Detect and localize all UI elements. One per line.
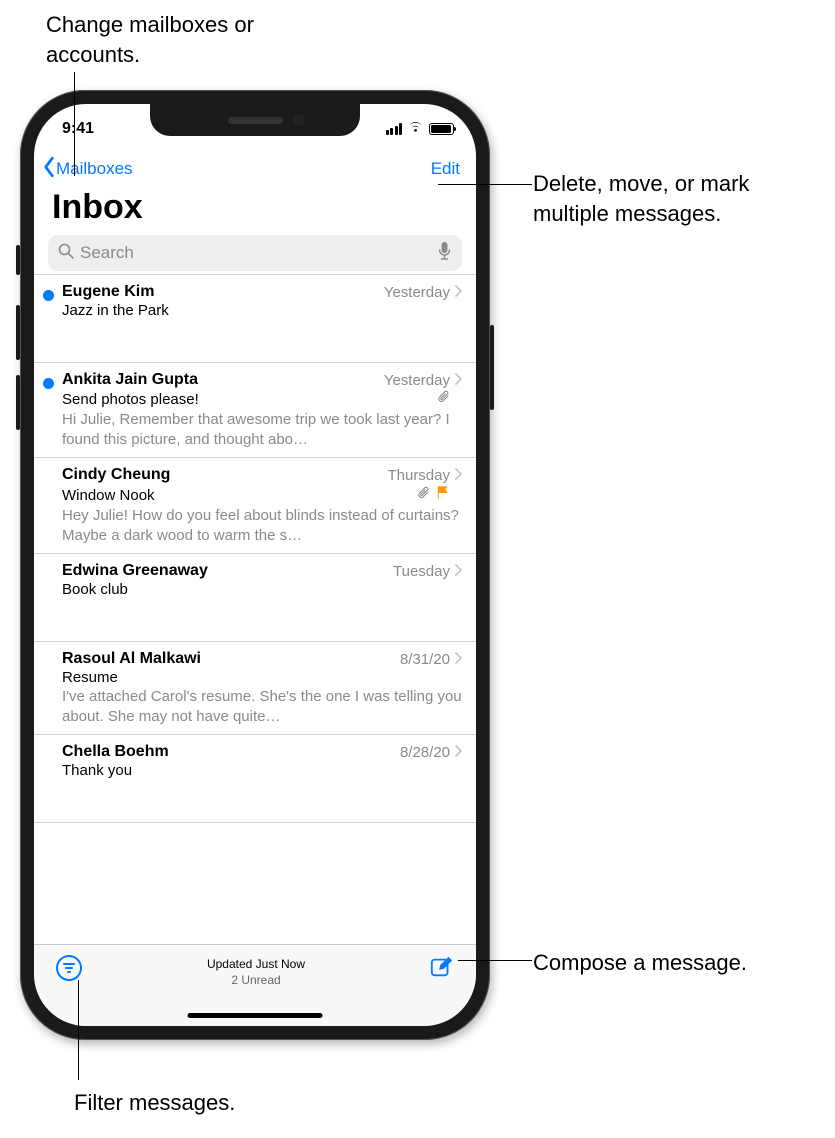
message-row[interactable]: Chella Boehm 8/28/20 Thank you xyxy=(34,735,476,823)
chevron-right-icon xyxy=(454,744,462,761)
toolbar-status: Updated Just Now 2 Unread xyxy=(207,955,305,988)
attachment-icon xyxy=(437,390,450,409)
message-row[interactable]: Eugene Kim Yesterday Jazz in the Park xyxy=(34,275,476,363)
message-date: Thursday xyxy=(387,467,450,484)
dictation-icon[interactable] xyxy=(437,241,452,266)
unread-indicator xyxy=(43,378,54,389)
compose-button[interactable] xyxy=(430,955,454,984)
back-label: Mailboxes xyxy=(56,159,133,179)
status-time: 9:41 xyxy=(62,116,94,138)
search-icon xyxy=(58,243,74,264)
sender-name: Eugene Kim xyxy=(62,283,154,301)
edit-button[interactable]: Edit xyxy=(431,159,460,179)
message-list[interactable]: Eugene Kim Yesterday Jazz in the Park Anki… xyxy=(34,274,476,944)
status-unread: 2 Unread xyxy=(207,973,305,989)
message-row[interactable]: Edwina Greenaway Tuesday Book club xyxy=(34,554,476,642)
volume-down-button xyxy=(16,375,20,430)
message-date: Tuesday xyxy=(393,563,450,580)
status-updated: Updated Just Now xyxy=(207,957,305,973)
screen: 9:41 Mailboxes Edit Inbox xyxy=(34,104,476,1026)
chevron-right-icon xyxy=(454,563,462,580)
message-row[interactable]: Rasoul Al Malkawi 8/31/20 ResumeI've attac… xyxy=(34,642,476,735)
compose-icon xyxy=(430,955,454,979)
message-preview: Hey Julie! How do you feel about blinds … xyxy=(62,506,462,545)
front-camera xyxy=(293,114,305,126)
message-preview: I've attached Carol's resume. She's the … xyxy=(62,687,462,726)
callout-edit: Delete, move, or mark multiple messages. xyxy=(533,169,823,228)
filter-button[interactable] xyxy=(56,955,82,981)
unread-indicator xyxy=(43,290,54,301)
mailboxes-back-button[interactable]: Mailboxes xyxy=(42,156,133,183)
search-placeholder: Search xyxy=(80,243,431,263)
message-subject: Send photos please! xyxy=(62,391,199,408)
message-subject: Jazz in the Park xyxy=(62,302,169,319)
message-subject: Window Nook xyxy=(62,487,155,504)
sender-name: Edwina Greenaway xyxy=(62,562,208,580)
callout-line xyxy=(74,72,75,176)
sender-name: Cindy Cheung xyxy=(62,466,170,484)
sender-name: Ankita Jain Gupta xyxy=(62,371,198,389)
callout-line xyxy=(78,980,79,1080)
message-date: Yesterday xyxy=(384,284,450,301)
sender-name: Rasoul Al Malkawi xyxy=(62,650,201,668)
message-row[interactable]: Ankita Jain Gupta Yesterday Send photos pl… xyxy=(34,363,476,458)
chevron-left-icon xyxy=(42,156,56,183)
flag-icon xyxy=(436,485,450,505)
silent-switch xyxy=(16,245,20,275)
wifi-icon xyxy=(407,120,424,138)
message-date: Yesterday xyxy=(384,372,450,389)
attachment-icon xyxy=(417,486,430,505)
chevron-right-icon xyxy=(454,651,462,668)
filter-icon xyxy=(56,955,82,981)
message-date: 8/28/20 xyxy=(400,744,450,761)
battery-icon xyxy=(429,123,454,135)
callout-mailboxes: Change mailboxes or accounts. xyxy=(46,10,286,69)
chevron-right-icon xyxy=(454,467,462,484)
chevron-right-icon xyxy=(454,372,462,389)
home-indicator[interactable] xyxy=(188,1013,323,1018)
callout-line xyxy=(438,184,532,185)
callout-filter: Filter messages. xyxy=(74,1088,314,1118)
message-preview: Hi Julie, Remember that awesome trip we … xyxy=(62,410,462,449)
sender-name: Chella Boehm xyxy=(62,743,169,761)
message-row[interactable]: Cindy Cheung Thursday Window Nook Hey Julie… xyxy=(34,458,476,554)
search-field[interactable]: Search xyxy=(48,235,462,271)
speaker-grille xyxy=(228,117,283,124)
notch xyxy=(150,104,360,136)
page-title: Inbox xyxy=(34,186,476,233)
navigation-bar: Mailboxes Edit xyxy=(34,150,476,186)
message-subject: Resume xyxy=(62,669,118,686)
callout-line xyxy=(458,960,532,961)
toolbar: Updated Just Now 2 Unread xyxy=(34,944,476,1026)
power-button xyxy=(490,325,494,410)
volume-up-button xyxy=(16,305,20,360)
cellular-signal-icon xyxy=(386,123,403,135)
iphone-frame: 9:41 Mailboxes Edit Inbox xyxy=(20,90,490,1040)
message-subject: Thank you xyxy=(62,762,132,779)
message-date: 8/31/20 xyxy=(400,651,450,668)
message-subject: Book club xyxy=(62,581,128,598)
chevron-right-icon xyxy=(454,284,462,301)
callout-compose: Compose a message. xyxy=(533,948,823,978)
